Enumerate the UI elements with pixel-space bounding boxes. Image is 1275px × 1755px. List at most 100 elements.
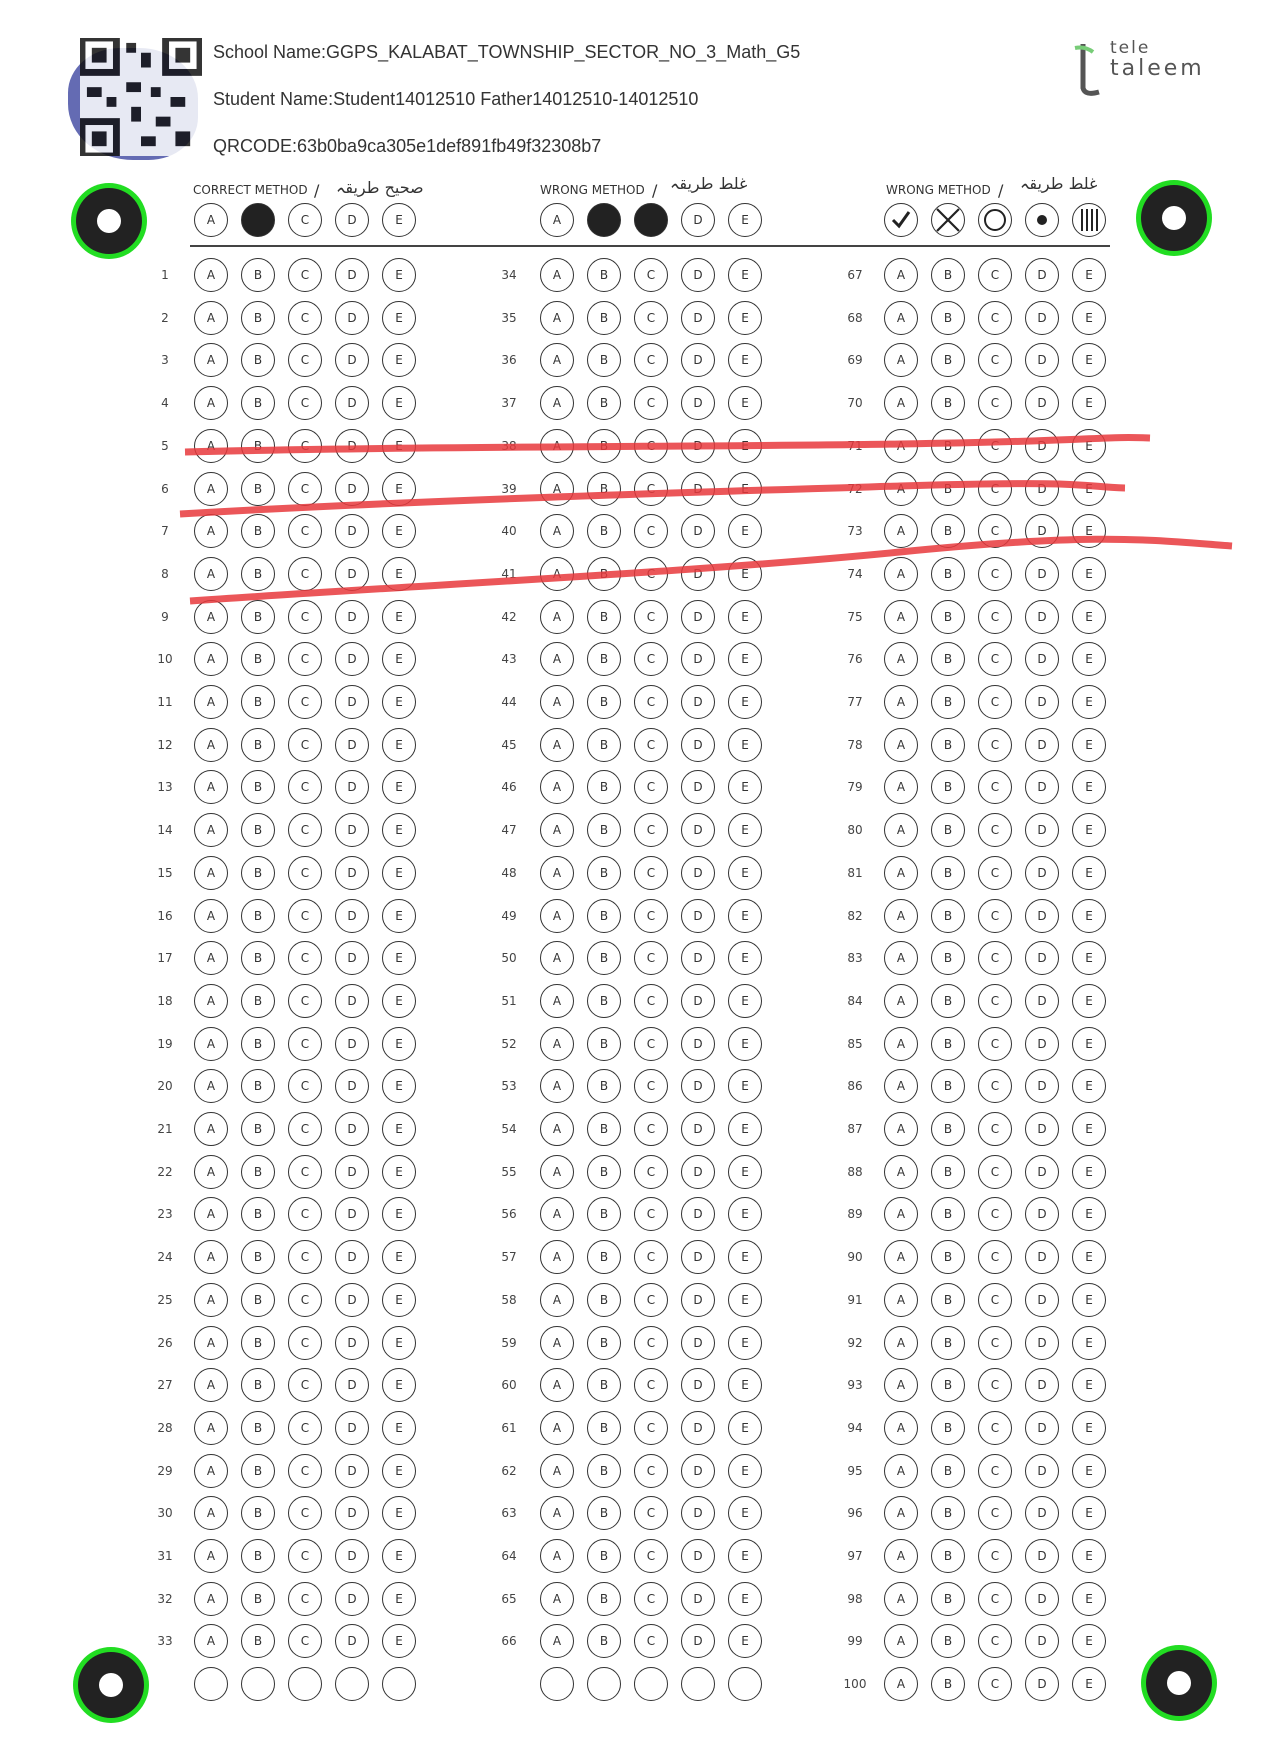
- answer-bubble-42-d[interactable]: D: [681, 599, 715, 634]
- answer-bubble-52-d[interactable]: D: [681, 1026, 715, 1061]
- answer-bubble-87-b[interactable]: B: [931, 1112, 965, 1146]
- answer-bubble-56-d[interactable]: D: [681, 1197, 715, 1232]
- answer-bubble-56-a[interactable]: A: [540, 1197, 574, 1232]
- answer-bubble-36-c[interactable]: C: [634, 343, 668, 378]
- answer-bubble-26-a[interactable]: A: [194, 1325, 228, 1360]
- answer-bubble-64-a[interactable]: A: [540, 1539, 574, 1573]
- answer-bubble-99-d[interactable]: D: [1025, 1624, 1059, 1659]
- answer-bubble-26-e[interactable]: E: [382, 1325, 416, 1360]
- answer-bubble-60-b[interactable]: B: [587, 1368, 621, 1403]
- answer-bubble-69-a[interactable]: A: [884, 343, 918, 378]
- answer-bubble-19-b[interactable]: B: [241, 1026, 275, 1061]
- answer-bubble-74-b[interactable]: B: [931, 556, 965, 591]
- answer-bubble-94-a[interactable]: A: [884, 1410, 918, 1445]
- answer-bubble-49-b[interactable]: B: [587, 898, 621, 933]
- answer-bubble-68-a[interactable]: A: [884, 300, 918, 335]
- answer-bubble-98-c[interactable]: C: [978, 1581, 1012, 1616]
- answer-bubble-24-a[interactable]: A: [194, 1240, 228, 1275]
- answer-bubble-41-d[interactable]: D: [681, 556, 715, 591]
- answer-bubble-38-b[interactable]: B: [587, 428, 621, 463]
- answer-bubble-29-a[interactable]: A: [194, 1453, 228, 1488]
- answer-bubble-26-c[interactable]: C: [288, 1325, 322, 1360]
- answer-bubble-54-d[interactable]: D: [681, 1112, 715, 1146]
- answer-bubble-36-b[interactable]: B: [587, 343, 621, 378]
- answer-bubble-13-b[interactable]: B: [241, 770, 275, 805]
- answer-bubble-5-c[interactable]: C: [288, 428, 322, 463]
- answer-bubble-88-c[interactable]: C: [978, 1154, 1012, 1189]
- answer-bubble-86-a[interactable]: A: [884, 1069, 918, 1104]
- answer-bubble-51-c[interactable]: C: [634, 983, 668, 1018]
- answer-bubble-89-e[interactable]: E: [1072, 1197, 1106, 1232]
- answer-bubble-2-d[interactable]: D: [335, 300, 369, 335]
- answer-bubble-62-b[interactable]: B: [587, 1453, 621, 1488]
- answer-bubble-55-e[interactable]: E: [728, 1154, 762, 1189]
- answer-bubble-58-d[interactable]: D: [681, 1282, 715, 1317]
- answer-bubble-3-b[interactable]: B: [241, 343, 275, 378]
- answer-bubble-79-c[interactable]: C: [978, 770, 1012, 805]
- answer-bubble-15-b[interactable]: B: [241, 855, 275, 890]
- answer-bubble-29-b[interactable]: B: [241, 1453, 275, 1488]
- answer-bubble-66-b[interactable]: B: [587, 1624, 621, 1659]
- answer-bubble-79-e[interactable]: E: [1072, 770, 1106, 805]
- answer-bubble-70-b[interactable]: B: [931, 386, 965, 421]
- answer-bubble-31-b[interactable]: B: [241, 1539, 275, 1573]
- answer-bubble-21-a[interactable]: A: [194, 1112, 228, 1146]
- answer-bubble-39-e[interactable]: E: [728, 471, 762, 506]
- answer-bubble-95-c[interactable]: C: [978, 1453, 1012, 1488]
- answer-bubble-48-b[interactable]: B: [587, 855, 621, 890]
- answer-bubble-18-d[interactable]: D: [335, 983, 369, 1018]
- answer-bubble-3-e[interactable]: E: [382, 343, 416, 378]
- answer-bubble-85-a[interactable]: A: [884, 1026, 918, 1061]
- answer-bubble-42-e[interactable]: E: [728, 599, 762, 634]
- answer-bubble-18-c[interactable]: C: [288, 983, 322, 1018]
- answer-bubble-24-b[interactable]: B: [241, 1240, 275, 1275]
- answer-bubble-86-c[interactable]: C: [978, 1069, 1012, 1104]
- answer-bubble-5-a[interactable]: A: [194, 428, 228, 463]
- answer-bubble-60-e[interactable]: E: [728, 1368, 762, 1403]
- answer-bubble-28-c[interactable]: C: [288, 1410, 322, 1445]
- answer-bubble-86-b[interactable]: B: [931, 1069, 965, 1104]
- answer-bubble-44-d[interactable]: D: [681, 685, 715, 719]
- answer-bubble-59-a[interactable]: A: [540, 1325, 574, 1360]
- answer-bubble-4-c[interactable]: C: [288, 386, 322, 421]
- answer-bubble-59-b[interactable]: B: [587, 1325, 621, 1360]
- answer-bubble-38-d[interactable]: D: [681, 428, 715, 463]
- answer-bubble-32-e[interactable]: E: [382, 1581, 416, 1616]
- answer-bubble-69-b[interactable]: B: [931, 343, 965, 378]
- answer-bubble-46-d[interactable]: D: [681, 770, 715, 805]
- answer-bubble-85-d[interactable]: D: [1025, 1026, 1059, 1061]
- answer-bubble-5-d[interactable]: D: [335, 428, 369, 463]
- answer-bubble-72-d[interactable]: D: [1025, 471, 1059, 506]
- answer-bubble-91-c[interactable]: C: [978, 1282, 1012, 1317]
- answer-bubble-83-a[interactable]: A: [884, 941, 918, 976]
- answer-bubble-45-a[interactable]: A: [540, 727, 574, 762]
- answer-bubble-54-e[interactable]: E: [728, 1112, 762, 1146]
- answer-bubble-75-d[interactable]: D: [1025, 599, 1059, 634]
- answer-bubble-31-d[interactable]: D: [335, 1539, 369, 1573]
- answer-bubble-95-e[interactable]: E: [1072, 1453, 1106, 1488]
- answer-bubble-54-c[interactable]: C: [634, 1112, 668, 1146]
- answer-bubble-53-d[interactable]: D: [681, 1069, 715, 1104]
- answer-bubble-98-a[interactable]: A: [884, 1581, 918, 1616]
- answer-bubble-34-c[interactable]: C: [634, 258, 668, 292]
- answer-bubble-5-b[interactable]: B: [241, 428, 275, 463]
- answer-bubble-40-b[interactable]: B: [587, 514, 621, 549]
- answer-bubble-61-c[interactable]: C: [634, 1410, 668, 1445]
- answer-bubble-40-a[interactable]: A: [540, 514, 574, 549]
- answer-bubble-22-b[interactable]: B: [241, 1154, 275, 1189]
- answer-bubble-49-c[interactable]: C: [634, 898, 668, 933]
- answer-bubble-69-e[interactable]: E: [1072, 343, 1106, 378]
- answer-bubble-12-c[interactable]: C: [288, 727, 322, 762]
- answer-bubble-28-a[interactable]: A: [194, 1410, 228, 1445]
- answer-bubble-91-e[interactable]: E: [1072, 1282, 1106, 1317]
- answer-bubble-99-a[interactable]: A: [884, 1624, 918, 1659]
- answer-bubble-3-c[interactable]: C: [288, 343, 322, 378]
- answer-bubble-57-e[interactable]: E: [728, 1240, 762, 1275]
- answer-bubble-42-c[interactable]: C: [634, 599, 668, 634]
- answer-bubble-9-d[interactable]: D: [335, 599, 369, 634]
- answer-bubble-78-d[interactable]: D: [1025, 727, 1059, 762]
- answer-bubble-27-c[interactable]: C: [288, 1368, 322, 1403]
- answer-bubble-25-d[interactable]: D: [335, 1282, 369, 1317]
- answer-bubble-54-a[interactable]: A: [540, 1112, 574, 1146]
- answer-bubble-4-a[interactable]: A: [194, 386, 228, 421]
